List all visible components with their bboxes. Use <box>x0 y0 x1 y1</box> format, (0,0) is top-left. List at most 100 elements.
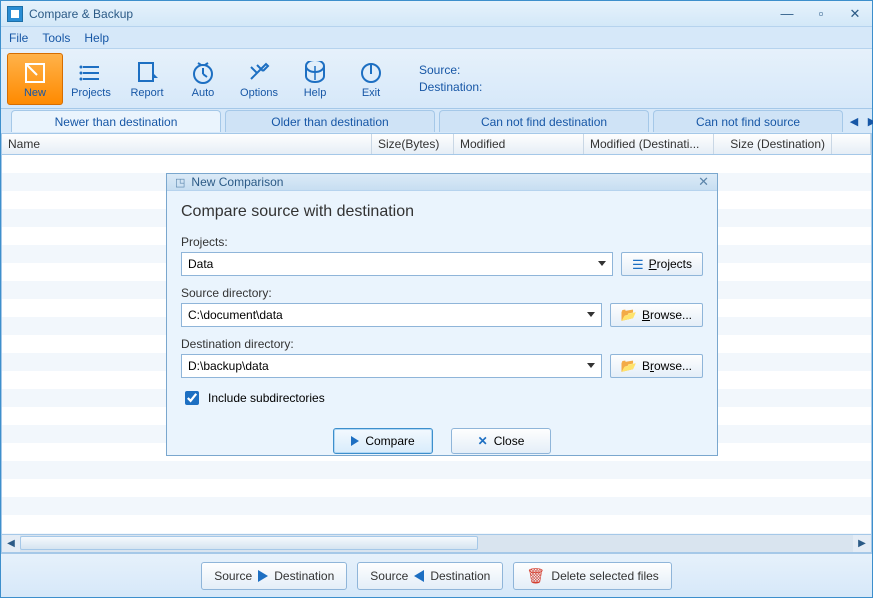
browse-source-button[interactable]: 📂 Browse... <box>610 303 703 327</box>
trash-icon: 🗑 <box>526 567 545 585</box>
dialog-body: Compare source with destination Projects… <box>167 191 717 418</box>
window-title: Compare & Backup <box>29 7 776 21</box>
horizontal-scrollbar[interactable]: ◀ ▶ <box>1 535 872 553</box>
scroll-left-icon[interactable]: ◀ <box>2 535 20 552</box>
tab-older[interactable]: Older than destination <box>225 110 435 132</box>
toolbar-options[interactable]: Options <box>231 53 287 105</box>
menubar: File Tools Help <box>1 27 872 49</box>
folder-icon: 📂 <box>621 358 637 374</box>
browse-dest-label: Browse... <box>642 359 692 373</box>
scroll-thumb[interactable] <box>20 536 478 550</box>
dest-label: Destination <box>274 569 334 583</box>
browse-dest-button[interactable]: 📂 Browse... <box>610 354 703 378</box>
toolbar-auto[interactable]: Auto <box>175 53 231 105</box>
projects-label: Projects: <box>181 235 703 249</box>
col-extra[interactable] <box>832 134 871 154</box>
include-subdirs-input[interactable] <box>185 391 199 405</box>
arrow-right-icon <box>258 570 268 582</box>
source-label: Source: <box>419 62 482 79</box>
projects-value: Data <box>188 257 213 271</box>
help-icon <box>301 59 329 87</box>
grid-header: Name Size(Bytes) Modified Modified (Dest… <box>1 133 872 155</box>
minimize-button[interactable]: — <box>776 6 798 22</box>
col-modified-dest[interactable]: Modified (Destinati... <box>584 134 714 154</box>
scroll-track[interactable] <box>20 535 853 552</box>
dest-dir-value: D:\backup\data <box>188 359 269 373</box>
source-dest-info: Source: Destination: <box>419 62 482 96</box>
col-name[interactable]: Name <box>2 134 372 154</box>
new-comparison-dialog: ◳ New Comparison ✕ Compare source with d… <box>166 173 718 456</box>
arrow-left-icon <box>414 570 424 582</box>
col-size[interactable]: Size(Bytes) <box>372 134 454 154</box>
browse-src-label: Browse... <box>642 308 692 322</box>
source-dir-label: Source directory: <box>181 286 703 300</box>
dialog-actions: Compare ✕ Close <box>167 418 717 466</box>
exit-icon <box>357 59 385 87</box>
tabs-row: Newer than destination Older than destin… <box>1 109 872 133</box>
dialog-title: New Comparison <box>191 175 283 189</box>
compare-button[interactable]: Compare <box>333 428 433 454</box>
close-label: Close <box>494 434 525 448</box>
toolbar-projects-label: Projects <box>71 87 111 99</box>
dialog-icon: ◳ <box>175 176 185 189</box>
toolbar-help-label: Help <box>304 87 327 99</box>
toolbar-new-label: New <box>24 87 46 99</box>
menu-file[interactable]: File <box>9 31 28 45</box>
delete-selected-button[interactable]: 🗑 Delete selected files <box>513 562 671 590</box>
col-size-dest[interactable]: Size (Destination) <box>714 134 832 154</box>
include-subdirs-checkbox[interactable]: Include subdirectories <box>181 388 703 408</box>
dialog-heading: Compare source with destination <box>181 203 703 221</box>
projects-icon <box>77 59 105 87</box>
source-dir-input[interactable]: C:\document\data <box>181 303 602 327</box>
dest-dir-label: Destination directory: <box>181 337 703 351</box>
dialog-close-icon[interactable]: ✕ <box>698 174 709 190</box>
tab-scroll-left-icon[interactable]: ◀ <box>847 114 861 128</box>
maximize-button[interactable]: ▫ <box>810 6 832 22</box>
destination-label: Destination: <box>419 79 482 96</box>
source-to-destination-button[interactable]: Source Destination <box>201 562 347 590</box>
toolbar-projects[interactable]: Projects <box>63 53 119 105</box>
chevron-down-icon <box>598 261 606 266</box>
toolbar-report-label: Report <box>130 87 163 99</box>
toolbar-exit-label: Exit <box>362 87 380 99</box>
list-icon: ☰ <box>632 258 644 271</box>
dest-label: Destination <box>430 569 490 583</box>
col-modified[interactable]: Modified <box>454 134 584 154</box>
app-window: Compare & Backup — ▫ ✕ File Tools Help N… <box>0 0 873 598</box>
close-icon: ✕ <box>478 434 488 448</box>
new-icon <box>21 59 49 87</box>
folder-icon: 📂 <box>621 307 637 323</box>
toolbar-exit[interactable]: Exit <box>343 53 399 105</box>
src-label: Source <box>370 569 408 583</box>
menu-help[interactable]: Help <box>84 31 109 45</box>
tab-nav: ◀ ▶ <box>847 114 873 128</box>
dest-dir-input[interactable]: D:\backup\data <box>181 354 602 378</box>
projects-select[interactable]: Data <box>181 252 613 276</box>
tab-no-source[interactable]: Can not find source <box>653 110 843 132</box>
chevron-down-icon <box>587 363 595 368</box>
compare-label: Compare <box>365 434 414 448</box>
play-icon <box>351 436 359 446</box>
delete-label: Delete selected files <box>551 569 658 583</box>
toolbar-auto-label: Auto <box>192 87 215 99</box>
source-dir-value: C:\document\data <box>188 308 283 322</box>
destination-to-source-button[interactable]: Source Destination <box>357 562 503 590</box>
toolbar: New Projects Report Auto Options <box>1 49 872 109</box>
projects-button[interactable]: ☰ Projects <box>621 252 703 276</box>
toolbar-report[interactable]: Report <box>119 53 175 105</box>
tab-no-destination[interactable]: Can not find destination <box>439 110 649 132</box>
scroll-right-icon[interactable]: ▶ <box>853 535 871 552</box>
close-button[interactable]: ✕ Close <box>451 428 551 454</box>
tab-scroll-right-icon[interactable]: ▶ <box>865 114 873 128</box>
titlebar: Compare & Backup — ▫ ✕ <box>1 1 872 27</box>
src-label: Source <box>214 569 252 583</box>
close-window-button[interactable]: ✕ <box>844 6 866 22</box>
options-icon <box>245 59 273 87</box>
report-icon <box>133 59 161 87</box>
toolbar-new[interactable]: New <box>7 53 63 105</box>
tab-newer[interactable]: Newer than destination <box>11 110 221 132</box>
menu-tools[interactable]: Tools <box>42 31 70 45</box>
footer-bar: Source Destination Source Destination 🗑 … <box>1 553 872 597</box>
toolbar-help[interactable]: Help <box>287 53 343 105</box>
include-subdirs-label: Include subdirectories <box>208 391 325 405</box>
